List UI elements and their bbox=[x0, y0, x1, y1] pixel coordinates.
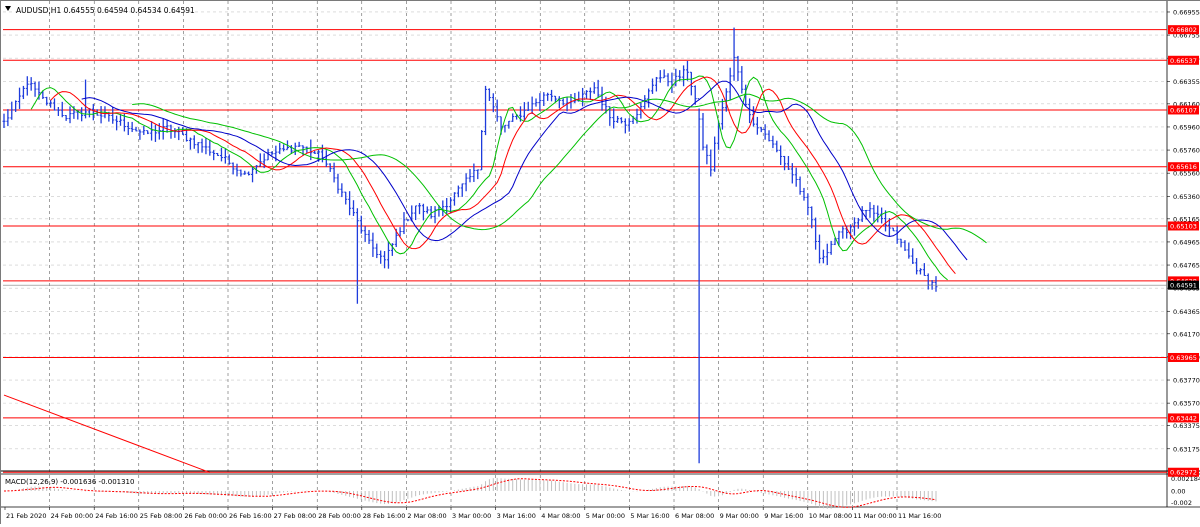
price-tick-label: 0.63375 bbox=[1173, 422, 1200, 430]
time-tick-label: 24 Feb 00:00 bbox=[51, 512, 94, 520]
level-price-label: 0.65616 bbox=[1168, 162, 1199, 172]
time-tick-label: 4 Mar 08:00 bbox=[541, 512, 580, 520]
time-tick-label: 5 Mar 16:00 bbox=[630, 512, 669, 520]
time-tick-label: 27 Feb 08:00 bbox=[274, 512, 317, 520]
current-price-text: 0.64591 bbox=[1170, 282, 1197, 290]
time-tick-label: 28 Feb 16:00 bbox=[363, 512, 406, 520]
macd-title: MACD(12,26,9) -0.001636 -0.001310 bbox=[5, 478, 134, 486]
price-tick-label: 0.66355 bbox=[1173, 78, 1200, 86]
time-tick-label: 26 Feb 16:00 bbox=[229, 512, 272, 520]
price-tick-label: 0.65760 bbox=[1173, 147, 1200, 155]
price-chart[interactable]: 0.669550.667550.665550.663550.661600.659… bbox=[1, 1, 1200, 525]
symbol-header: AUDUSD,H1 0.64555 0.64594 0.64534 0.6459… bbox=[5, 6, 195, 15]
time-tick-label: 3 Mar 16:00 bbox=[497, 512, 536, 520]
level-label-text: 0.66107 bbox=[1170, 106, 1197, 114]
time-tick-label: 6 Mar 08:00 bbox=[675, 512, 714, 520]
price-tick-label: 0.63175 bbox=[1173, 445, 1200, 453]
price-tick-label: 0.64765 bbox=[1173, 262, 1200, 270]
price-tick-label: 0.64170 bbox=[1173, 330, 1200, 338]
time-tick-label: 10 Mar 08:00 bbox=[809, 512, 852, 520]
level-label-text: 0.65103 bbox=[1170, 222, 1197, 230]
time-tick-label: 3 Mar 00:00 bbox=[452, 512, 491, 520]
indicator-tick-label: -0.002 bbox=[1171, 499, 1192, 507]
time-tick-label: 11 Mar 00:00 bbox=[853, 512, 896, 520]
time-tick-label: 2 Mar 08:00 bbox=[407, 512, 446, 520]
level-price-label: 0.62972 bbox=[1168, 467, 1199, 477]
price-tick-label: 0.66955 bbox=[1173, 8, 1200, 16]
level-price-label: 0.66107 bbox=[1168, 105, 1199, 115]
time-tick-label: 9 Mar 16:00 bbox=[764, 512, 803, 520]
time-tick-label: 24 Feb 16:00 bbox=[95, 512, 138, 520]
price-tick-label: 0.63570 bbox=[1173, 400, 1200, 408]
price-tick-label: 0.65360 bbox=[1173, 193, 1200, 201]
time-tick-label: 26 Feb 00:00 bbox=[184, 512, 227, 520]
plot-background bbox=[1, 1, 1200, 525]
price-tick-label: 0.63770 bbox=[1173, 377, 1200, 385]
time-tick-label: 25 Feb 08:00 bbox=[140, 512, 183, 520]
level-label-text: 0.66802 bbox=[1170, 26, 1197, 34]
chart-title: AUDUSD,H1 0.64555 0.64594 0.64534 0.6459… bbox=[16, 6, 195, 15]
indicator-tick-label: 0.00 bbox=[1171, 488, 1185, 496]
level-price-label: 0.63442 bbox=[1168, 413, 1199, 423]
level-label-text: 0.65616 bbox=[1170, 163, 1197, 171]
price-tick-label: 0.65960 bbox=[1173, 123, 1200, 131]
time-tick-label: 21 Feb 2020 bbox=[6, 512, 46, 520]
time-tick-label: 11 Mar 16:00 bbox=[898, 512, 941, 520]
time-tick-label: 5 Mar 00:00 bbox=[586, 512, 625, 520]
level-price-label: 0.66537 bbox=[1168, 55, 1199, 65]
level-label-text: 0.66537 bbox=[1170, 57, 1197, 65]
time-tick-label: 9 Mar 00:00 bbox=[720, 512, 759, 520]
time-tick-label: 28 Feb 00:00 bbox=[318, 512, 361, 520]
level-price-label: 0.65103 bbox=[1168, 221, 1199, 231]
current-price-label: 0.64591 bbox=[1168, 280, 1199, 290]
level-label-text: 0.62972 bbox=[1170, 469, 1197, 477]
level-label-text: 0.63442 bbox=[1170, 414, 1197, 422]
chart-window[interactable]: 0.669550.667550.665550.663550.661600.659… bbox=[0, 0, 1200, 525]
level-price-label: 0.63965 bbox=[1168, 352, 1199, 362]
price-tick-label: 0.64965 bbox=[1173, 238, 1200, 246]
level-label-text: 0.63965 bbox=[1170, 354, 1197, 362]
level-price-label: 0.66802 bbox=[1168, 25, 1199, 35]
price-tick-label: 0.64365 bbox=[1173, 308, 1200, 316]
